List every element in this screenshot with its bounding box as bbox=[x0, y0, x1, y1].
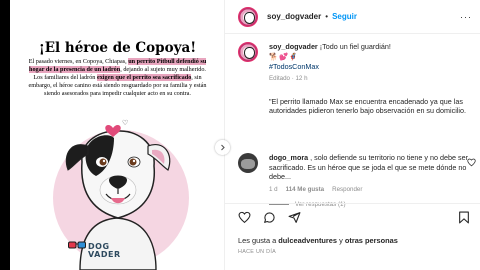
caption-quote: "El perrito llamado Max se encuentra enc… bbox=[269, 97, 466, 115]
save-bookmark-icon[interactable] bbox=[458, 211, 470, 224]
svg-text:♡: ♡ bbox=[122, 119, 128, 127]
likes-prefix: Les gusta a bbox=[238, 236, 279, 245]
comment-age: 1 d bbox=[269, 185, 278, 193]
caption-username[interactable]: soy_dogvader bbox=[269, 42, 318, 51]
comment-meta: 1 d 114 Me gusta Responder bbox=[269, 186, 478, 193]
caption-avatar[interactable] bbox=[238, 42, 258, 62]
comment-likes[interactable]: 114 Me gusta bbox=[286, 186, 325, 193]
like-heart-icon[interactable] bbox=[238, 211, 251, 224]
author-avatar[interactable] bbox=[238, 6, 258, 27]
separator-dot: • bbox=[325, 12, 329, 21]
post-header: soy_dogvader • Seguir ··· bbox=[225, 0, 480, 34]
hashtag-link[interactable]: #TodosConMax bbox=[269, 62, 478, 71]
likes-user[interactable]: dulceadventures bbox=[278, 236, 337, 245]
carousel-next-button[interactable] bbox=[215, 140, 230, 155]
post-caption: soy_dogvader ¡Todo un fiel guardián! 🐕💕🦸… bbox=[238, 42, 478, 115]
post-modal: ¡El héroe de Copoya! El pasado viernes, … bbox=[10, 0, 480, 270]
author-username[interactable]: soy_dogvader bbox=[267, 12, 321, 21]
commenter-avatar[interactable] bbox=[238, 153, 258, 173]
comment-body: dogo_mora , solo defiende su territorio … bbox=[269, 153, 478, 182]
likes-summary: Les gusta a dulceadventures y otras pers… bbox=[238, 236, 398, 245]
follow-button[interactable]: Seguir bbox=[332, 12, 357, 21]
post-image[interactable]: ¡El héroe de Copoya! El pasado viernes, … bbox=[10, 0, 230, 270]
image-title: ¡El héroe de Copoya! bbox=[38, 40, 197, 56]
post-date: HACE UN DÍA bbox=[238, 249, 277, 255]
likes-middle: y bbox=[337, 236, 345, 245]
logo-line: VADER bbox=[88, 250, 121, 259]
image-body-part: El pasado viernes, en Copoya, Chiapas, bbox=[28, 58, 129, 65]
reply-button[interactable]: Responder bbox=[332, 186, 362, 193]
comment-like-heart-icon[interactable] bbox=[467, 158, 476, 167]
caption-emojis: 🐕💕🦸 bbox=[269, 52, 299, 61]
image-body-highlight: exigen que el perrito sea sacrificado bbox=[96, 74, 192, 82]
more-options-icon[interactable]: ··· bbox=[460, 12, 472, 22]
likes-others[interactable]: otras personas bbox=[345, 236, 398, 245]
dogvader-logo: DOG VADER bbox=[88, 243, 121, 259]
caption-text: ¡Todo un fiel guardián! bbox=[317, 42, 391, 51]
comment-icon[interactable] bbox=[263, 211, 276, 224]
comment-item: dogo_mora , solo defiende su territorio … bbox=[238, 153, 478, 208]
chevron-right-icon bbox=[221, 144, 225, 151]
caption-body: soy_dogvader ¡Todo un fiel guardián! 🐕💕🦸… bbox=[269, 42, 478, 83]
caption-meta: Editado · 12 h bbox=[269, 75, 308, 82]
share-icon[interactable] bbox=[288, 211, 301, 224]
commenter-username[interactable]: dogo_mora bbox=[269, 153, 308, 162]
action-bar bbox=[225, 203, 480, 227]
post-sidebar: soy_dogvader • Seguir ··· soy_dogvader ¡… bbox=[225, 0, 480, 270]
image-body-text: El pasado viernes, en Copoya, Chiapas, u… bbox=[26, 58, 209, 98]
3d-glasses-icon bbox=[68, 241, 86, 249]
